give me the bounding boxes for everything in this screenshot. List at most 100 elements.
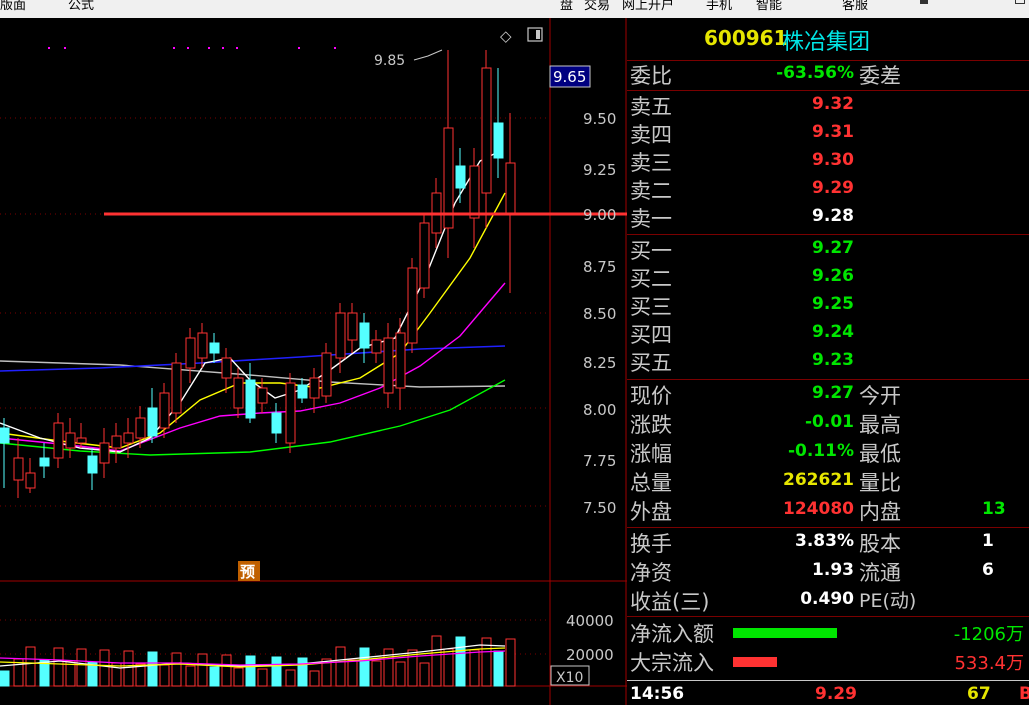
ask-price: 9.30 xyxy=(812,150,854,170)
volume-bar xyxy=(123,650,134,687)
menu-item-formula[interactable]: 公式 xyxy=(68,0,94,13)
ask-price: 9.31 xyxy=(812,122,854,142)
weibi-row: 委比 -63.56% 委差 xyxy=(627,61,1029,89)
candle-body xyxy=(135,417,146,439)
candle-body xyxy=(383,337,394,394)
candle-body xyxy=(65,432,76,449)
bid-label: 买三 xyxy=(630,295,672,319)
stat-row-outer: 外盘 124080 内盘 13 xyxy=(630,499,1006,524)
ask-price: 9.32 xyxy=(812,94,854,114)
volume-bar xyxy=(505,638,516,687)
volume-bar xyxy=(76,648,87,687)
svg-text:9.25: 9.25 xyxy=(583,161,616,179)
volume-bar xyxy=(135,663,146,687)
stat-row-netasset: 净资 1.93 流通 6 xyxy=(630,560,994,585)
volume-bar xyxy=(245,655,256,687)
volume-bar xyxy=(395,661,406,687)
tick-price: 9.29 xyxy=(815,684,857,704)
flow-bar-block xyxy=(733,657,777,667)
candle-body xyxy=(347,312,358,341)
bid-label: 买二 xyxy=(630,267,672,291)
candle-body xyxy=(209,342,220,354)
volume-bar xyxy=(233,667,244,687)
flow-value-block: 533.4万 xyxy=(954,653,1024,674)
svg-text:8.75: 8.75 xyxy=(583,258,616,276)
tick-row: 14:56 9.29 67 B xyxy=(627,683,1029,705)
candles xyxy=(0,50,516,498)
candle-body xyxy=(359,322,370,349)
bid-price: 9.27 xyxy=(812,238,854,258)
kline-chart-area[interactable]: 9.85 ◇ 9.50 9.25 9.00 8.75 8.50 8.25 8.0… xyxy=(0,18,708,705)
ask-label: 卖四 xyxy=(630,123,672,147)
candle-body xyxy=(395,332,406,389)
volume-bar xyxy=(159,664,170,687)
volume-bar xyxy=(25,646,36,687)
bid-row-3: 买三 9.25 xyxy=(627,292,1029,320)
stat-row-turnover: 换手 3.83% 股本 1 xyxy=(630,531,994,556)
menu-item-trade[interactable]: 交易 xyxy=(584,0,610,13)
volume-bar xyxy=(171,652,182,687)
bid-price: 9.23 xyxy=(812,350,854,370)
ask-row-3: 卖三 9.30 xyxy=(627,148,1029,176)
weicha-label: 委差 xyxy=(859,64,901,88)
volume-bar xyxy=(99,649,110,687)
menu-item-pan[interactable]: 盘 xyxy=(560,0,573,13)
candle-body xyxy=(185,337,196,369)
stock-code: 600961 xyxy=(704,26,788,50)
bid-label: 买一 xyxy=(630,239,672,263)
quote-panel: 600961 株冶集团 委比 -63.56% 委差 卖五 9.32 卖四 9.31 … xyxy=(627,18,1029,705)
candle-body xyxy=(419,222,430,289)
candle-body xyxy=(285,382,296,444)
candle-body xyxy=(159,392,170,429)
window-minimize-icon[interactable] xyxy=(920,0,928,4)
bid-price: 9.24 xyxy=(812,322,854,342)
svg-text:8.25: 8.25 xyxy=(583,354,616,372)
ask-row-4: 卖四 9.31 xyxy=(627,120,1029,148)
tick-volume: 67 xyxy=(967,684,991,704)
candle-body xyxy=(221,357,232,379)
candle-body xyxy=(371,339,382,354)
diamond-icon[interactable]: ◇ xyxy=(500,27,512,45)
volume-bar xyxy=(285,669,296,687)
candle-body xyxy=(505,162,516,214)
menu-item-mobile[interactable]: 手机 xyxy=(706,0,732,13)
weibi-label: 委比 xyxy=(630,64,672,88)
stat-row-eps: 收益(三) 0.490 PE(动) xyxy=(630,589,917,614)
volume-bar xyxy=(493,650,504,687)
price-axis-labels: 9.50 9.25 9.00 8.75 8.50 8.25 8.00 7.75 … xyxy=(583,110,616,517)
svg-text:9.00: 9.00 xyxy=(583,206,616,224)
bid-label: 买五 xyxy=(630,351,672,375)
stat-row-change: 涨跌 -0.01 最高 xyxy=(630,412,901,437)
candle-body xyxy=(39,457,50,467)
menu-item-layout[interactable]: 版面 xyxy=(0,0,26,13)
weibi-value: -63.56% xyxy=(776,63,854,83)
candle-body xyxy=(123,432,134,444)
tick-flag: B xyxy=(1019,684,1029,704)
volume-bar xyxy=(309,670,320,687)
candle-body xyxy=(13,457,24,481)
stat-row-price: 现价 9.27 今开 xyxy=(630,383,901,408)
candle-body xyxy=(171,362,182,414)
stat-row-volume: 总量 262621 量比 xyxy=(630,470,901,495)
bid-price: 9.26 xyxy=(812,266,854,286)
window-restore-icon[interactable] xyxy=(1015,0,1025,4)
volume-bar xyxy=(221,654,232,687)
volume-bar xyxy=(53,647,64,687)
high-annotation-arrow xyxy=(413,49,443,61)
menu-item-service[interactable]: 客服 xyxy=(842,0,868,13)
candle-body xyxy=(297,384,308,399)
candle-body xyxy=(481,67,492,194)
stock-title: 600961 株冶集团 xyxy=(627,18,1029,60)
stock-name: 株冶集团 xyxy=(782,30,871,55)
svg-text:20000: 20000 xyxy=(566,646,614,664)
bid-row-4: 买四 9.24 xyxy=(627,320,1029,348)
menu-item-open-account[interactable]: 网上开户 xyxy=(622,0,674,13)
volume-axis-labels: 40000 20000 xyxy=(566,612,614,664)
volume-bar xyxy=(469,649,480,687)
menu-item-smart[interactable]: 智能 xyxy=(756,0,782,13)
svg-text:7.75: 7.75 xyxy=(583,452,616,470)
svg-text:7.50: 7.50 xyxy=(583,499,616,517)
candle-body xyxy=(321,352,332,397)
svg-text:40000: 40000 xyxy=(566,612,614,630)
volume-unit-label: X10 xyxy=(556,670,583,686)
